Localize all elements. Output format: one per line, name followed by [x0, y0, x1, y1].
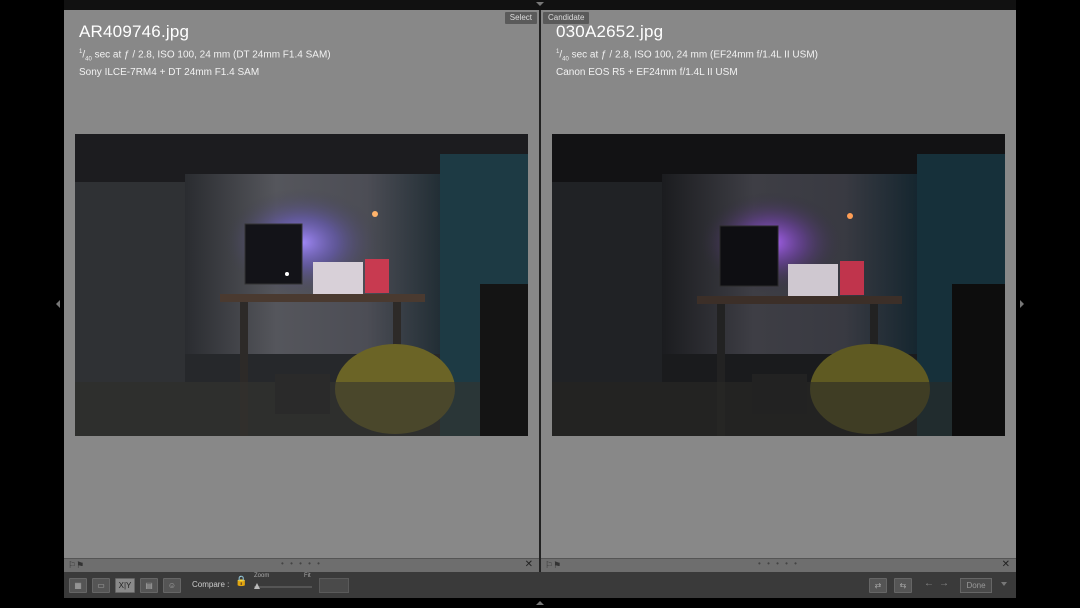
make-select-button[interactable]: ⇆: [894, 578, 912, 593]
sync-button[interactable]: [319, 578, 349, 593]
select-camera-line: Sony ILCE-7RM4 + DT 24mm F1.4 SAM: [79, 67, 260, 79]
zoom-label: Zoom: [254, 573, 270, 579]
fit-label: Fit: [304, 573, 311, 579]
loupe-view-button[interactable]: ▭: [92, 578, 110, 593]
candidate-exif: 1/40 sec at ƒ / 2.8, ISO 100, 24 mm (EF2…: [556, 45, 818, 80]
candidate-panel[interactable]: Candidate 030A2652.jpg 1/40 sec at ƒ / 2…: [541, 10, 1016, 558]
flag-icon[interactable]: ⚐⚑: [68, 560, 84, 571]
candidate-photo[interactable]: [552, 134, 1005, 436]
flag-icon[interactable]: ⚐⚑: [545, 560, 561, 571]
candidate-camera-line: Canon EOS R5 + EF24mm f/1.4L II USM: [556, 67, 738, 79]
top-panel-toggle-icon[interactable]: [536, 2, 544, 6]
candidate-exposure-line: 1/40 sec at ƒ / 2.8, ISO 100, 24 mm (EF2…: [556, 49, 818, 63]
select-exif: 1/40 sec at ƒ / 2.8, ISO 100, 24 mm (DT …: [79, 45, 331, 80]
bottom-panel-toggle-icon[interactable]: [536, 601, 544, 605]
right-panel-toggle-icon[interactable]: [1020, 300, 1024, 308]
previous-arrow-icon[interactable]: ←: [924, 578, 934, 589]
grid-view-button[interactable]: ▦: [69, 578, 87, 593]
next-arrow-icon[interactable]: →: [939, 578, 949, 589]
select-exposure-line: 1/40 sec at ƒ / 2.8, ISO 100, 24 mm (DT …: [79, 49, 331, 63]
select-photo[interactable]: [75, 134, 528, 436]
survey-view-button[interactable]: ▤: [140, 578, 158, 593]
toolbar: ▦ ▭ X|Y ▤ ☺ Compare : 🔒 Zoom Fit ⇄ ⇆ ← →…: [64, 572, 1016, 598]
people-view-button[interactable]: ☺: [163, 578, 181, 593]
close-icon[interactable]: ✕: [1002, 559, 1010, 570]
done-button[interactable]: Done: [960, 578, 992, 593]
select-panel-strip: ⚐⚑ • • • • • ✕: [64, 558, 539, 573]
close-icon[interactable]: ✕: [525, 559, 533, 570]
candidate-panel-strip: ⚐⚑ • • • • • ✕: [541, 558, 1016, 573]
zoom-slider-thumb[interactable]: [253, 583, 260, 589]
select-panel[interactable]: Select AR409746.jpg 1/40 sec at ƒ / 2.8,…: [64, 10, 539, 558]
select-filename: AR409746.jpg: [79, 22, 190, 41]
left-panel-toggle-icon[interactable]: [56, 300, 60, 308]
lock-icon[interactable]: 🔒: [235, 576, 247, 587]
select-tag: Select: [504, 12, 537, 24]
toolbar-menu-icon[interactable]: [1001, 582, 1007, 586]
compare-view-button[interactable]: X|Y: [115, 578, 135, 593]
rating-dots[interactable]: • • • • •: [758, 559, 799, 568]
zoom-slider[interactable]: [254, 586, 312, 588]
swap-button[interactable]: ⇄: [869, 578, 887, 593]
compare-view: Select AR409746.jpg 1/40 sec at ƒ / 2.8,…: [64, 10, 1016, 598]
rating-dots[interactable]: • • • • •: [281, 559, 322, 568]
compare-label: Compare :: [192, 580, 230, 589]
candidate-filename: 030A2652.jpg: [556, 22, 664, 41]
